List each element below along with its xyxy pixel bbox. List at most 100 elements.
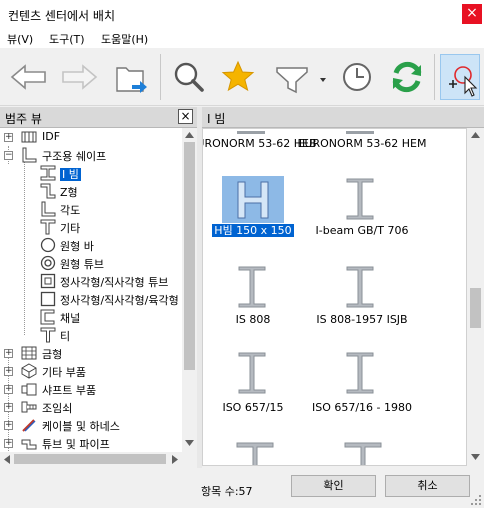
- content-scrollbar-thumb[interactable]: [470, 288, 481, 328]
- z-shape-icon: [40, 183, 56, 199]
- clock-icon: [343, 63, 371, 91]
- other-parts-icon: [21, 363, 37, 379]
- grid-item[interactable]: [345, 177, 375, 221]
- tree-item-idf[interactable]: + IDF: [0, 128, 180, 146]
- tree-item-fasteners[interactable]: + 조임쇠: [0, 398, 180, 416]
- grid-item[interactable]: [237, 265, 267, 309]
- scroll-up-icon[interactable]: [471, 132, 480, 138]
- beam-icon: [238, 266, 266, 308]
- h-beam-icon: [237, 181, 269, 219]
- arrow-right-icon: [62, 64, 98, 90]
- tree-item-angle[interactable]: 각도: [0, 200, 180, 218]
- tree-item-label-selected: I 빔: [60, 168, 81, 181]
- category-view-title: 범주 뷰: [5, 112, 42, 126]
- tree-hscroll-thumb[interactable]: [14, 454, 166, 464]
- place-cursor-icon: [449, 66, 478, 97]
- tree-item-round-bar[interactable]: 원형 바: [0, 236, 180, 254]
- grid-item-label[interactable]: I-beam GB/T 706: [297, 224, 427, 237]
- beam-icon: [344, 442, 382, 465]
- toolbar-separator: [434, 54, 435, 100]
- grid-item[interactable]: [237, 351, 267, 395]
- grid-item[interactable]: [345, 265, 375, 309]
- tree-item-z-shape[interactable]: Z형: [0, 182, 180, 200]
- beam-icon: [236, 442, 274, 465]
- tree-horizontal-scrollbar[interactable]: [0, 452, 197, 466]
- tree-item-cables[interactable]: + 케이블 및 하네스: [0, 416, 180, 434]
- scroll-down-icon[interactable]: [471, 454, 480, 460]
- scroll-down-icon[interactable]: [185, 440, 194, 446]
- channel-icon: [40, 309, 55, 325]
- forward-button[interactable]: [58, 54, 100, 100]
- menu-view[interactable]: 뷰(V): [7, 31, 33, 47]
- tree-item-square-tube[interactable]: 정사각형/직사각형 튜브: [0, 272, 180, 290]
- search-button[interactable]: [168, 54, 210, 100]
- menu-help[interactable]: 도움말(H): [101, 31, 148, 47]
- tree-item-other[interactable]: 기타: [0, 218, 180, 236]
- grid-item-label[interactable]: IS 808-1957 ISJB: [297, 313, 427, 326]
- magnifier-icon: [174, 62, 204, 92]
- square-bar-icon: [40, 291, 56, 307]
- tree-item-round-tube[interactable]: 원형 튜브: [0, 254, 180, 272]
- category-panel-close-button[interactable]: ×: [178, 109, 193, 124]
- content-view-header: I 빔: [202, 107, 484, 128]
- refresh-button[interactable]: [386, 54, 428, 100]
- back-button[interactable]: [8, 54, 50, 100]
- content-vertical-scrollbar[interactable]: [467, 128, 484, 466]
- tee-icon: [40, 327, 56, 343]
- tree-scrollbar-thumb[interactable]: [184, 142, 195, 370]
- ok-button[interactable]: 확인: [291, 475, 376, 497]
- tree-item-other-parts[interactable]: + 기타 부품: [0, 362, 180, 380]
- scroll-left-icon[interactable]: [4, 455, 10, 464]
- grid-item-label[interactable]: EURONORM 53-62 HEM: [297, 137, 427, 150]
- favorites-button[interactable]: [217, 54, 259, 100]
- tree-vertical-scrollbar[interactable]: [182, 128, 197, 452]
- item-count: 항목 수:57: [201, 485, 253, 498]
- other-shape-icon: [40, 219, 56, 235]
- idf-icon: [21, 131, 37, 143]
- star-icon: [221, 60, 255, 92]
- cancel-button[interactable]: 취소: [385, 475, 470, 497]
- toolbar-separator: [160, 54, 161, 100]
- tree-item-channel[interactable]: 채널: [0, 308, 180, 326]
- filter-button[interactable]: [272, 54, 328, 100]
- content-grid: EURONORM 53-62 HEB EURONORM 53-62 HEM H빔…: [202, 128, 467, 466]
- scroll-right-icon[interactable]: [172, 455, 178, 464]
- grid-item-selected[interactable]: [222, 176, 284, 223]
- beam-icon: [346, 266, 374, 308]
- refresh-icon: [392, 62, 422, 92]
- tree-item-i-beam[interactable]: I 빔: [0, 164, 180, 182]
- tree-item-tee[interactable]: 티: [0, 326, 180, 344]
- content-view-title: I 빔: [207, 112, 226, 126]
- window-close-button[interactable]: ×: [462, 4, 482, 24]
- title-bar: 컨텐츠 센터에서 배치 ×: [0, 0, 484, 28]
- history-button[interactable]: [336, 54, 378, 100]
- beam-icon: [346, 178, 374, 220]
- tree-item-shaft-parts[interactable]: + 샤프트 부품: [0, 380, 180, 398]
- grid-item[interactable]: [345, 351, 375, 395]
- folder-arrow-icon: [116, 67, 147, 93]
- tree-item-square-bar[interactable]: 정사각형/직사각형/육각형 바: [0, 290, 182, 308]
- window-title: 컨텐츠 센터에서 배치: [8, 9, 115, 23]
- angle-icon: [41, 201, 56, 217]
- scroll-up-icon[interactable]: [185, 132, 194, 138]
- grid-item[interactable]: [343, 441, 383, 465]
- beam-icon: [346, 352, 374, 394]
- grid-item[interactable]: [235, 441, 275, 465]
- open-folder-button[interactable]: [110, 54, 152, 100]
- resize-grip-icon[interactable]: [470, 494, 482, 506]
- tree-item-tubes-pipes[interactable]: + 튜브 및 파이프: [0, 434, 180, 452]
- grid-item-label[interactable]: ISO 657/16 - 1980: [297, 401, 427, 414]
- menu-bar: 뷰(V) 도구(T) 도움말(H): [0, 28, 484, 48]
- structural-shape-icon: [22, 147, 37, 163]
- tube-pipe-icon: [21, 439, 37, 450]
- menu-tools[interactable]: 도구(T): [49, 31, 85, 47]
- place-button[interactable]: [440, 54, 480, 100]
- tree-item-structural-shapes[interactable]: − 구조용 쉐이프: [0, 146, 180, 164]
- status-bar: 항목 수:57 확인 취소: [0, 468, 484, 508]
- tree-item-mold[interactable]: + 금형: [0, 344, 180, 362]
- funnel-icon: [276, 67, 326, 94]
- shaft-parts-icon: [21, 383, 37, 396]
- i-beam-icon: [40, 165, 56, 181]
- grid-item-label-selected[interactable]: H빔 150 x 150: [212, 224, 294, 237]
- square-tube-icon: [40, 273, 56, 289]
